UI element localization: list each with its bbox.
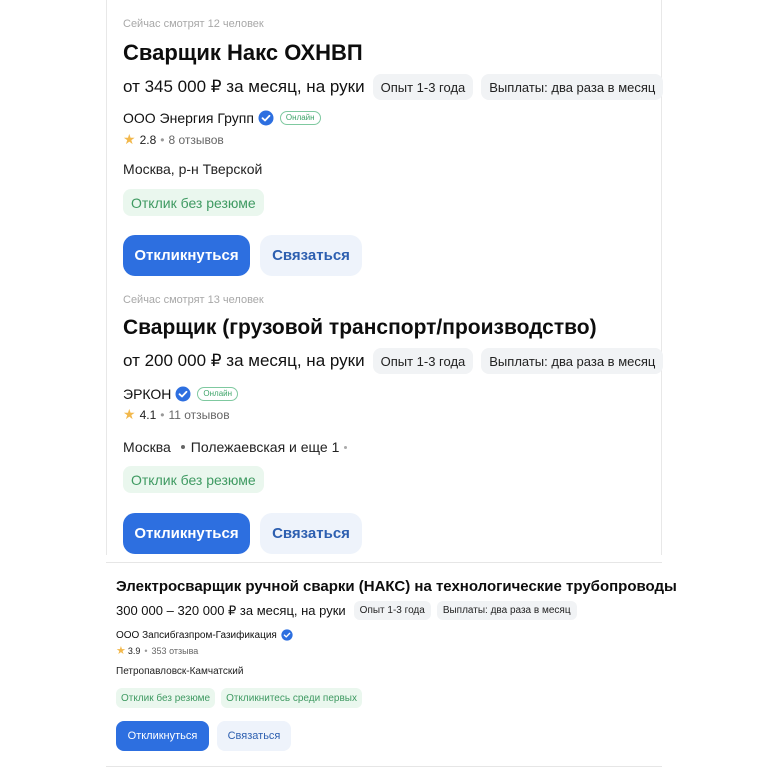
separator-dot: • bbox=[160, 407, 165, 422]
payments-chip: Выплаты: два раза в месяц bbox=[436, 601, 577, 620]
rating-row[interactable]: ★ 2.8 • 8 отзывов bbox=[123, 131, 224, 148]
payments-chip: Выплаты: два раза в месяц bbox=[481, 348, 664, 374]
salary-row: 300 000 – 320 000 ₽ за месяц, на руки Оп… bbox=[116, 601, 585, 620]
location: Москва Полежаевская и еще 1 bbox=[123, 439, 348, 455]
company-name[interactable]: ООО Запсибгазпром-Газификация bbox=[116, 630, 277, 641]
apply-button[interactable]: Откликнуться bbox=[116, 721, 209, 751]
tags-row: Отклик без резюме Откликнитесь среди пер… bbox=[116, 688, 370, 708]
rating-value: 4.1 bbox=[139, 407, 157, 422]
metro-line-dot bbox=[344, 445, 348, 449]
star-icon: ★ bbox=[123, 131, 136, 147]
apply-button[interactable]: Откликнуться bbox=[123, 513, 250, 554]
star-icon: ★ bbox=[116, 645, 126, 657]
experience-chip: Опыт 1-3 года bbox=[372, 348, 474, 374]
location: Москва, р-н Тверской bbox=[123, 161, 262, 177]
location: Петропавловск-Камчатский bbox=[116, 666, 243, 677]
star-icon: ★ bbox=[123, 406, 136, 422]
company-name[interactable]: ЭРКОН bbox=[123, 386, 171, 402]
card-divider bbox=[106, 562, 662, 563]
left-edge-line bbox=[106, 0, 107, 555]
vacancy-title[interactable]: Сварщик (грузовой транспорт/производство… bbox=[123, 316, 597, 340]
rating-value: 3.9 bbox=[127, 645, 141, 656]
location-text: Москва bbox=[123, 439, 171, 455]
metro-text: Полежаевская и еще 1 bbox=[190, 439, 340, 455]
separator-dot: • bbox=[144, 645, 148, 656]
verified-check-icon bbox=[258, 110, 274, 126]
rating-row[interactable]: ★ 4.1 • 11 отзывов bbox=[123, 406, 230, 423]
tags-row: Отклик без резюме bbox=[123, 466, 272, 493]
actions-row: Откликнуться Связаться bbox=[116, 721, 291, 751]
vacancy-card-1[interactable]: Сейчас смотрят 12 человек Сварщик Накс О… bbox=[123, 14, 664, 284]
location-text: Петропавловск-Камчатский bbox=[116, 666, 244, 677]
company-row: ООО Запсибгазпром-Газификация bbox=[116, 629, 293, 641]
experience-chip: Опыт 1-3 года bbox=[372, 74, 474, 100]
reviews-count: 353 отзыва bbox=[151, 645, 199, 656]
separator-dot: • bbox=[160, 132, 165, 147]
tags-row: Отклик без резюме bbox=[123, 189, 272, 216]
actions-row: Откликнуться Связаться bbox=[123, 513, 362, 554]
verified-check-icon bbox=[281, 629, 293, 641]
salary: 300 000 – 320 000 ₽ за месяц, на руки bbox=[116, 602, 346, 618]
company-row: ЭРКОН Онлайн bbox=[123, 386, 239, 402]
reviews-count: 8 отзывов bbox=[168, 132, 224, 147]
salary: от 345 000 ₽ за месяц, на руки bbox=[123, 77, 365, 96]
experience-chip: Опыт 1-3 года bbox=[353, 601, 431, 620]
no-resume-tag: Отклик без резюме bbox=[123, 466, 264, 493]
views-counter: Сейчас смотрят 13 человек bbox=[123, 294, 264, 306]
actions-row: Откликнуться Связаться bbox=[123, 235, 362, 276]
no-resume-tag: Отклик без резюме bbox=[123, 189, 264, 216]
online-badge: Онлайн bbox=[279, 111, 321, 125]
vacancy-feed: Сейчас смотрят 12 человек Сварщик Накс О… bbox=[0, 0, 768, 768]
contact-button[interactable]: Связаться bbox=[217, 721, 291, 751]
no-resume-tag: Отклик без резюме bbox=[116, 688, 216, 708]
salary-row: от 200 000 ₽ за месяц, на руки Опыт 1-3 … bbox=[123, 348, 671, 374]
contact-button[interactable]: Связаться bbox=[260, 235, 362, 276]
rating-row[interactable]: ★ 3.9 • 353 отзыва bbox=[116, 644, 198, 657]
location-text: Москва, р-н Тверской bbox=[123, 161, 263, 177]
online-badge: Онлайн bbox=[197, 387, 239, 401]
reviews-count: 11 отзывов bbox=[168, 407, 230, 422]
apply-button[interactable]: Откликнуться bbox=[123, 235, 250, 276]
verified-check-icon bbox=[175, 386, 191, 402]
rating-value: 2.8 bbox=[139, 132, 157, 147]
be-first-tag: Откликнитесь среди первых bbox=[221, 688, 362, 708]
vacancy-title[interactable]: Электросварщик ручной сварки (НАКС) на т… bbox=[116, 578, 677, 595]
company-row: ООО Энергия Групп Онлайн bbox=[123, 110, 321, 126]
views-counter: Сейчас смотрят 12 человек bbox=[123, 18, 264, 30]
vacancy-title[interactable]: Сварщик Накс ОХНВП bbox=[123, 40, 363, 66]
vacancy-card-3[interactable]: Электросварщик ручной сварки (НАКС) на т… bbox=[116, 570, 677, 760]
vacancy-card-2[interactable]: Сейчас смотрят 13 человек Сварщик (грузо… bbox=[123, 290, 664, 556]
contact-button[interactable]: Связаться bbox=[260, 513, 362, 554]
salary-row: от 345 000 ₽ за месяц, на руки Опыт 1-3 … bbox=[123, 74, 671, 100]
company-name[interactable]: ООО Энергия Групп bbox=[123, 110, 254, 126]
salary: от 200 000 ₽ за месяц, на руки bbox=[123, 351, 365, 370]
metro-icon bbox=[180, 445, 185, 449]
payments-chip: Выплаты: два раза в месяц bbox=[481, 74, 664, 100]
bottom-divider bbox=[106, 766, 662, 767]
